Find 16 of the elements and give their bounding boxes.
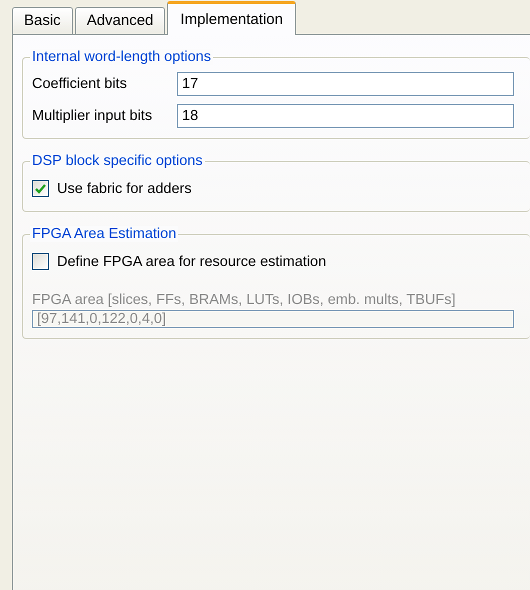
field-label: Multiplier input bits <box>32 108 154 124</box>
input-field[interactable]: 18 <box>177 104 514 128</box>
group-title: Internal word-length options <box>30 49 213 65</box>
checkbox-label: Define FPGA area for resource estimation <box>57 254 326 270</box>
group-title: DSP block specific options <box>30 153 205 169</box>
field-label: Coefficient bits <box>32 76 128 92</box>
tab[interactable]: Advanced <box>74 7 166 34</box>
tab[interactable]: Basic <box>12 7 73 34</box>
checkbox[interactable] <box>32 253 49 270</box>
input-field[interactable]: 17 <box>177 72 514 96</box>
tab[interactable]: Implementation <box>167 1 296 35</box>
checkbox-label: Use fabric for adders <box>57 180 192 196</box>
check-icon <box>35 184 46 194</box>
checkbox[interactable] <box>32 180 49 197</box>
group-title: FPGA Area Estimation <box>30 226 178 242</box>
field-label: FPGA area [slices, FFs, BRAMs, LUTs, IOBs, emb. mults, TBUFs] <box>32 292 457 308</box>
